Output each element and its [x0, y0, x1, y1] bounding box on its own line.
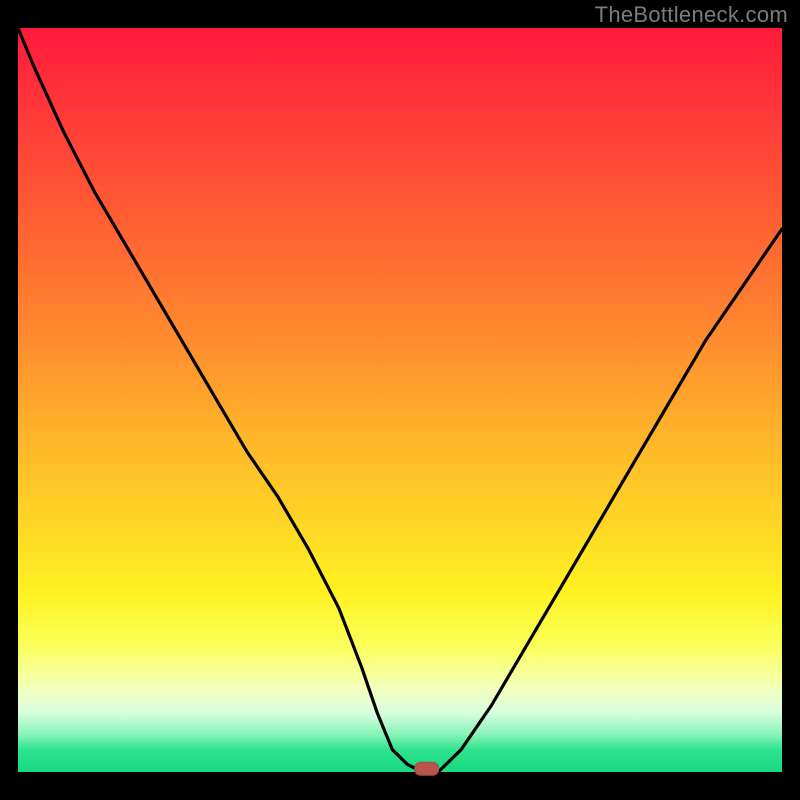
watermark-text: TheBottleneck.com: [595, 2, 788, 28]
bottleneck-curve: [18, 28, 782, 772]
chart-frame: TheBottleneck.com: [0, 0, 800, 800]
plot-area: [18, 28, 782, 772]
curve-svg: [18, 28, 782, 772]
min-marker: [415, 762, 439, 775]
